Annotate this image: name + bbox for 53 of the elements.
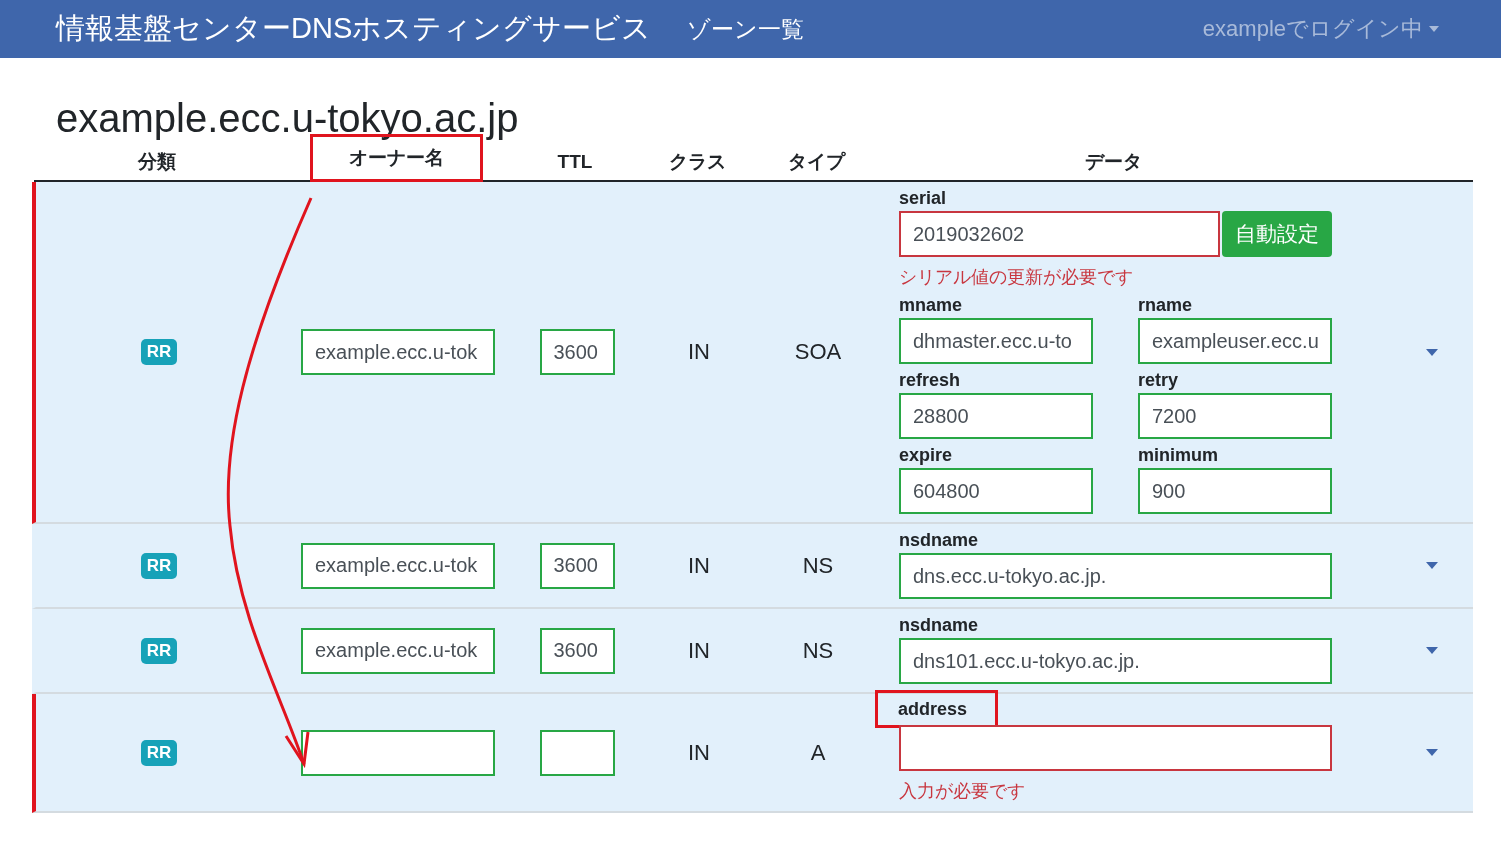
field-label: nsdname — [898, 529, 980, 552]
type-text: NS — [802, 552, 834, 579]
field-label: mname — [898, 294, 964, 317]
rr-badge: RR — [140, 739, 178, 766]
field-input[interactable]: 2019032602 — [899, 211, 1220, 257]
type-text: A — [810, 739, 826, 766]
field-input[interactable]: exampleuser.ecc.u — [1138, 318, 1332, 364]
column-header: タイプ — [786, 150, 847, 174]
class-text: IN — [688, 637, 710, 664]
owner-input[interactable]: example.ecc.u-tok — [301, 329, 495, 375]
column-header: データ — [1084, 150, 1143, 174]
field-label: rname — [1137, 294, 1194, 317]
expand-caret-icon[interactable] — [1424, 645, 1440, 656]
field-input[interactable]: 7200 — [1138, 393, 1332, 439]
field-label: refresh — [898, 369, 962, 392]
column-header: TTL — [556, 150, 594, 174]
field-label: nsdname — [898, 614, 980, 637]
class-text: IN — [688, 339, 710, 365]
column-header: クラス — [667, 150, 727, 174]
field-label: retry — [1137, 369, 1180, 392]
ttl-input[interactable] — [539, 729, 615, 776]
rr-badge: RR — [140, 552, 178, 579]
type-text: SOA — [794, 339, 842, 365]
field-input[interactable]: 900 — [1138, 468, 1332, 514]
field-input[interactable]: dns101.ecc.u-tokyo.ac.jp. — [899, 638, 1332, 684]
zone-list-link[interactable]: ゾーン一覧 — [687, 13, 805, 45]
field-input[interactable]: dhmaster.ecc.u-to — [899, 318, 1093, 364]
field-input[interactable] — [899, 725, 1332, 771]
field-input[interactable]: 28800 — [899, 393, 1093, 439]
ttl-input[interactable]: 3600 — [539, 627, 615, 674]
field-label: minimum — [1137, 444, 1219, 467]
owner-input[interactable]: example.ecc.u-tok — [301, 542, 495, 589]
owner-input[interactable] — [301, 729, 495, 776]
field-input[interactable]: 604800 — [899, 468, 1093, 514]
owner-input[interactable]: example.ecc.u-tok — [301, 627, 495, 674]
error-message: 入力が必要です — [899, 780, 1026, 803]
expand-caret-icon[interactable] — [1424, 346, 1440, 358]
ttl-input[interactable]: 3600 — [539, 329, 615, 375]
class-text: IN — [688, 552, 710, 579]
field-input[interactable]: dns.ecc.u-tokyo.ac.jp. — [899, 553, 1332, 599]
error-message: シリアル値の更新が必要です — [899, 266, 1134, 289]
brand-link[interactable]: 情報基盤センターDNSホスティングサービス — [56, 9, 652, 49]
field-label: serial — [898, 187, 948, 210]
ttl-input[interactable]: 3600 — [539, 542, 615, 589]
expand-caret-icon[interactable] — [1424, 747, 1440, 758]
expand-caret-icon[interactable] — [1424, 560, 1440, 571]
column-header: 分類 — [137, 150, 177, 174]
caret-icon — [1429, 26, 1439, 32]
field-label: expire — [898, 444, 954, 467]
rr-badge: RR — [140, 339, 178, 365]
class-text: IN — [688, 739, 710, 766]
type-text: NS — [802, 637, 834, 664]
rr-badge: RR — [140, 637, 178, 664]
